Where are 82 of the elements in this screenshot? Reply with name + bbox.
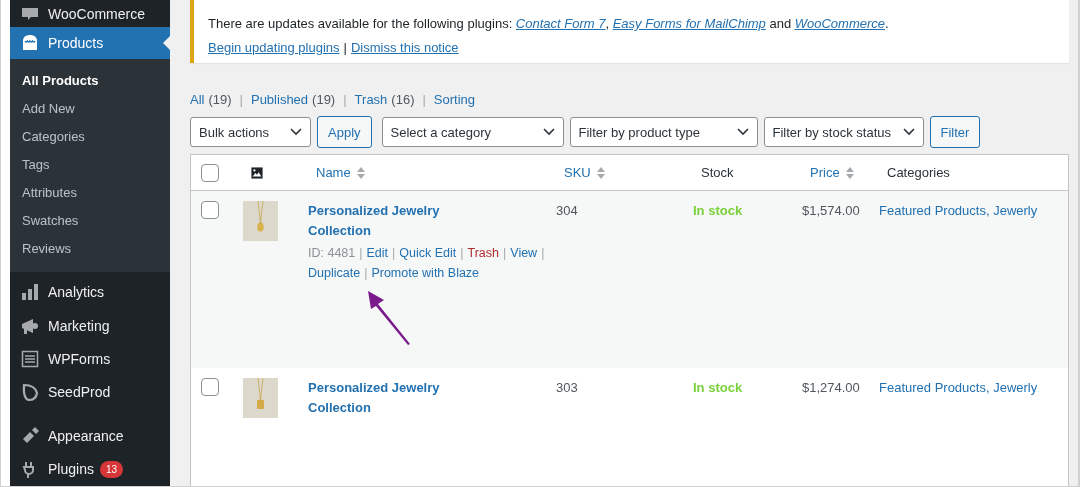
separator-text: | [503,246,507,260]
menu-item[interactable]: Products [10,27,170,59]
stock-status: In stock [693,203,743,218]
row-action-link[interactable]: Quick Edit [399,246,457,260]
sort-icon[interactable] [595,165,606,180]
separator-text: | [359,246,363,260]
checkbox[interactable] [201,378,219,396]
product-name-link[interactable]: Personalized Jewelry Collection [308,201,468,241]
separator-text: | [541,246,545,260]
separator-text: | [422,92,426,107]
plugin-link[interactable]: Easy Forms for MailChimp [612,16,766,31]
separator-text: | [343,40,347,55]
checkbox[interactable] [201,201,219,219]
separator-text: | [343,92,347,107]
checkbox[interactable] [201,163,219,182]
annotation-arrow [366,290,412,346]
row-action-link[interactable]: Promote with Blaze [371,266,480,280]
chevron-icon [290,128,302,136]
image-icon [251,166,263,179]
separator-text: | [460,246,464,260]
dropdown[interactable]: Filter by stock status [763,117,924,147]
menu-item[interactable]: SeedProd [10,375,170,409]
notice-link[interactable]: Begin updating plugins [208,40,340,55]
status-count: (16) [391,92,415,107]
dropdown[interactable]: Filter by product type [569,117,758,147]
row-action-link[interactable]: Duplicate [308,266,361,280]
row-action-link[interactable]: View [510,246,538,260]
submenu-item[interactable]: Attributes [10,178,170,207]
sku-cell-text: 303 [556,379,579,397]
stock-status: In stock [693,380,743,395]
menu-item[interactable]: WooCommerce [10,0,170,28]
price-cell-text: $1,574.00 [802,202,861,220]
submenu-item[interactable]: Swatches [10,206,170,235]
status-filter-link[interactable]: Sorting [433,92,476,107]
submenu-item[interactable]: All Products [10,66,170,95]
form-icon [20,348,40,369]
submenu-item[interactable]: Categories [10,122,170,151]
submenu-item[interactable]: Add New [10,94,170,123]
notice-link[interactable]: Dismiss this notice [350,40,459,55]
separator-text: | [392,246,396,260]
column-header: Stock [701,165,734,180]
dropdown[interactable]: Select a category [381,117,564,147]
price-cell-text: $1,274.00 [802,379,861,397]
dropdown[interactable]: Bulk actions [190,117,311,147]
menu-item[interactable]: Analytics [10,275,170,309]
column-header[interactable]: Price [810,165,840,180]
plugin-link[interactable]: Contact Form 7 [515,16,606,31]
category-link[interactable]: Featured Products, Jewerly [879,203,1038,218]
bar-chart-icon [20,282,40,303]
notice-message: There are updates available for the following plugins: Contact Form 7, Easy Forms for MailChimp and WooCommerce. [208,16,890,31]
plugin-link[interactable]: WooCommerce [794,16,886,31]
count-badge: 13 [99,460,124,478]
product-name-link[interactable]: Personalized Jewelry Collection [308,378,468,418]
product-id: ID: 4481 [308,246,356,260]
leaf-icon [20,382,40,403]
sort-icon[interactable] [844,165,855,180]
sku-cell-text: 304 [556,202,579,220]
filter-button[interactable]: Filter [929,116,981,148]
status-filter-link[interactable]: All [190,92,205,107]
status-count: (19) [312,92,336,107]
column-header: Categories [887,165,950,180]
row-action-link[interactable]: Edit [366,246,389,260]
separator-text: | [239,92,243,107]
chevron-icon [736,128,749,136]
row-action-link[interactable]: Trash [467,246,500,260]
status-filter-link[interactable]: Published [250,92,309,107]
submenu-item[interactable]: Tags [10,150,170,179]
filter-button[interactable]: Apply [317,116,372,148]
chevron-icon [902,128,915,136]
menu-item[interactable]: WPForms [10,342,170,376]
menu-item[interactable]: Marketing [10,308,170,343]
column-header[interactable]: Name [316,165,351,180]
submenu-item[interactable]: Reviews [10,234,170,263]
column-header[interactable]: SKU [564,165,591,180]
status-count: (19) [208,92,232,107]
sort-icon[interactable] [355,165,366,180]
menu-item[interactable]: Appearance [10,419,170,453]
status-filter-link[interactable]: Trash [354,92,388,107]
category-link[interactable]: Featured Products, Jewerly [879,380,1038,395]
menu-item[interactable]: Plugins 13 [10,452,170,486]
separator-text: | [364,266,368,280]
chevron-icon [542,128,555,136]
